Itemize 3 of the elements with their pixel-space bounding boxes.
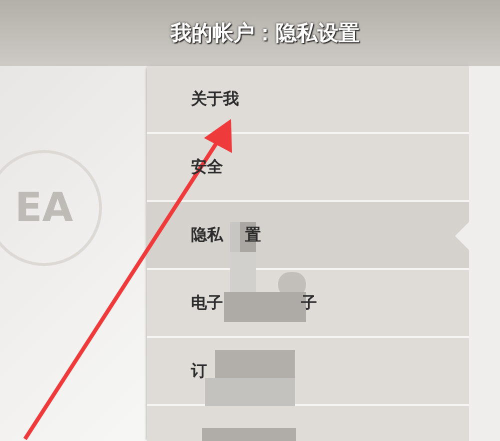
menu-item[interactable]: 关于我 xyxy=(147,66,469,134)
menu-item[interactable]: 隐私 置 xyxy=(147,202,469,270)
page-title: 我的帐户：隐私设置 xyxy=(0,0,500,66)
